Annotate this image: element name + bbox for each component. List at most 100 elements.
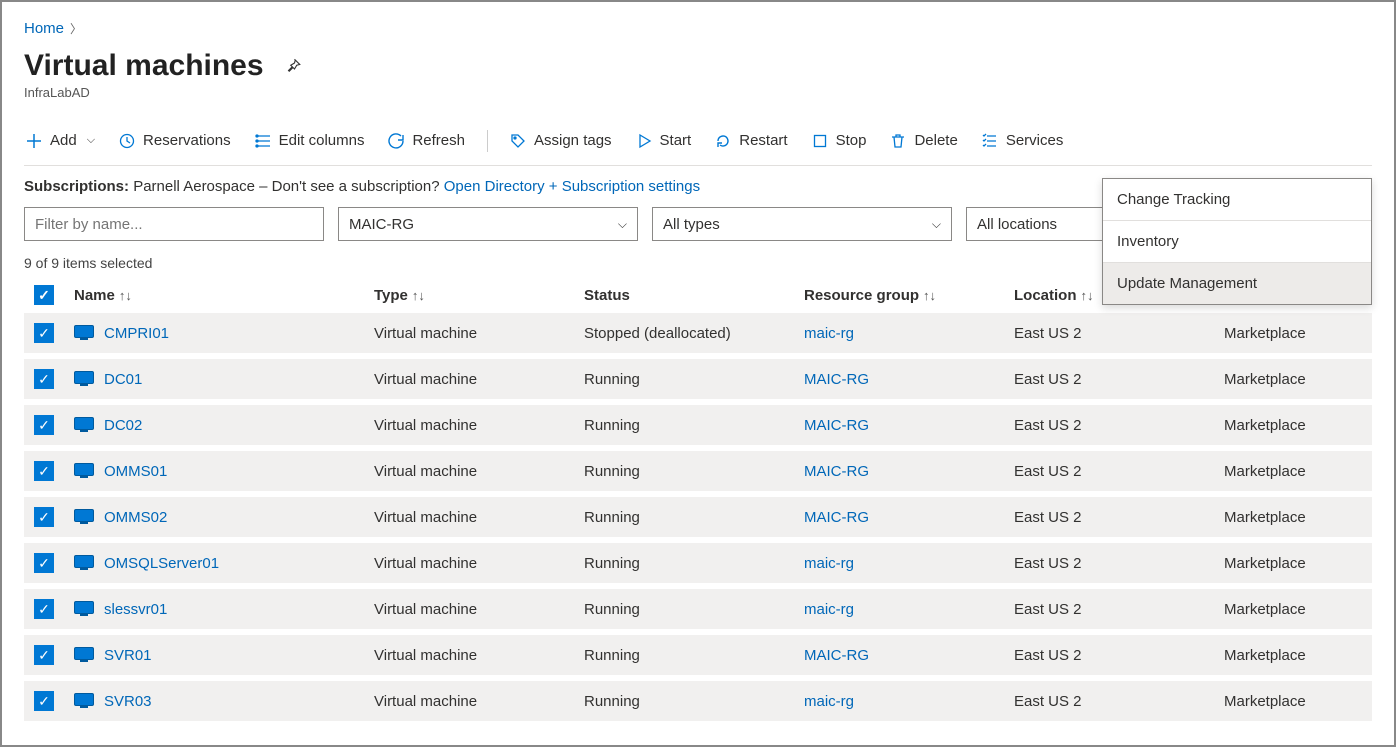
start-button[interactable]: Start <box>634 128 694 153</box>
page-title: Virtual machines <box>24 49 264 83</box>
row-checkbox[interactable]: ✓ <box>34 645 54 665</box>
vm-name-link[interactable]: OMSQLServer01 <box>104 555 219 572</box>
vm-name-link[interactable]: DC01 <box>104 371 142 388</box>
menu-change-tracking[interactable]: Change Tracking <box>1103 179 1371 221</box>
cell-type: Virtual machine <box>364 678 574 724</box>
table-row[interactable]: ✓ CMPRI01 Virtual machine Stopped (deall… <box>24 313 1372 356</box>
subscriptions-link[interactable]: Open Directory + Subscription settings <box>444 178 700 195</box>
col-resource-group[interactable]: Resource group↑↓ <box>794 277 1004 313</box>
start-label: Start <box>660 132 692 149</box>
page-subtitle: InfraLabAD <box>24 85 1372 100</box>
cell-location: East US 2 <box>1004 402 1214 448</box>
vm-name-link[interactable]: SVR03 <box>104 693 152 710</box>
cell-type: Virtual machine <box>364 356 574 402</box>
vm-name-link[interactable]: slessvr01 <box>104 601 167 618</box>
stop-button[interactable]: Stop <box>810 128 869 153</box>
services-button[interactable]: Services <box>980 128 1066 153</box>
vm-name-link[interactable]: DC02 <box>104 417 142 434</box>
cell-location: East US 2 <box>1004 313 1214 356</box>
select-all-checkbox[interactable]: ✓ <box>34 285 54 305</box>
edit-columns-label: Edit columns <box>279 132 365 149</box>
assign-tags-label: Assign tags <box>534 132 612 149</box>
refresh-icon <box>388 133 404 149</box>
clock-icon <box>119 133 135 149</box>
reservations-button[interactable]: Reservations <box>117 128 233 153</box>
add-label: Add <box>50 132 77 149</box>
cell-status: Running <box>574 494 794 540</box>
breadcrumb: Home 〉 <box>24 20 1372 37</box>
cell-type: Virtual machine <box>364 402 574 448</box>
row-checkbox[interactable]: ✓ <box>34 691 54 711</box>
pin-button[interactable] <box>280 53 306 79</box>
vm-name-link[interactable]: CMPRI01 <box>104 325 169 342</box>
sort-icon: ↑↓ <box>119 288 132 303</box>
table-row[interactable]: ✓ slessvr01 Virtual machine Running maic… <box>24 586 1372 632</box>
table-row[interactable]: ✓ SVR03 Virtual machine Running maic-rg … <box>24 678 1372 724</box>
add-button[interactable]: Add ⌵ <box>24 128 97 153</box>
row-checkbox[interactable]: ✓ <box>34 461 54 481</box>
vm-name-link[interactable]: OMMS01 <box>104 463 167 480</box>
play-icon <box>636 133 652 149</box>
services-label: Services <box>1006 132 1064 149</box>
assign-tags-button[interactable]: Assign tags <box>508 128 614 153</box>
restart-icon <box>715 133 731 149</box>
vm-icon <box>74 509 94 525</box>
cell-type: Virtual machine <box>364 586 574 632</box>
cell-status: Running <box>574 632 794 678</box>
table-row[interactable]: ✓ OMMS01 Virtual machine Running MAIC-RG… <box>24 448 1372 494</box>
col-status[interactable]: Status <box>574 277 794 313</box>
delete-button[interactable]: Delete <box>888 128 959 153</box>
row-checkbox[interactable]: ✓ <box>34 415 54 435</box>
row-checkbox[interactable]: ✓ <box>34 599 54 619</box>
vm-icon <box>74 371 94 387</box>
resource-group-link[interactable]: MAIC-RG <box>804 417 869 434</box>
resource-group-link[interactable]: maic-rg <box>804 555 854 572</box>
resource-group-link[interactable]: MAIC-RG <box>804 647 869 664</box>
row-checkbox[interactable]: ✓ <box>34 507 54 527</box>
edit-columns-button[interactable]: Edit columns <box>253 128 367 153</box>
cell-source: Marketplace <box>1214 632 1372 678</box>
filter-resource-group[interactable]: MAIC-RG ⌵ <box>338 207 638 241</box>
cell-location: East US 2 <box>1004 632 1214 678</box>
resource-group-link[interactable]: MAIC-RG <box>804 371 869 388</box>
restart-button[interactable]: Restart <box>713 128 789 153</box>
row-checkbox[interactable]: ✓ <box>34 553 54 573</box>
filter-name-input[interactable] <box>24 207 324 241</box>
cell-status: Running <box>574 356 794 402</box>
resource-group-link[interactable]: MAIC-RG <box>804 509 869 526</box>
menu-inventory[interactable]: Inventory <box>1103 221 1371 263</box>
chevron-down-icon: ⌵ <box>87 134 95 147</box>
cell-status: Stopped (deallocated) <box>574 313 794 356</box>
vm-icon <box>74 693 94 709</box>
cell-type: Virtual machine <box>364 540 574 586</box>
table-row[interactable]: ✓ OMMS02 Virtual machine Running MAIC-RG… <box>24 494 1372 540</box>
chevron-down-icon: ⌵ <box>618 217 627 232</box>
cell-source: Marketplace <box>1214 402 1372 448</box>
resource-group-link[interactable]: maic-rg <box>804 601 854 618</box>
reservations-label: Reservations <box>143 132 231 149</box>
table-row[interactable]: ✓ OMSQLServer01 Virtual machine Running … <box>24 540 1372 586</box>
table-row[interactable]: ✓ DC01 Virtual machine Running MAIC-RG E… <box>24 356 1372 402</box>
col-type[interactable]: Type↑↓ <box>364 277 574 313</box>
resource-group-link[interactable]: MAIC-RG <box>804 463 869 480</box>
cell-source: Marketplace <box>1214 356 1372 402</box>
breadcrumb-home[interactable]: Home <box>24 20 64 37</box>
row-checkbox[interactable]: ✓ <box>34 323 54 343</box>
cell-status: Running <box>574 678 794 724</box>
resource-group-link[interactable]: maic-rg <box>804 325 854 342</box>
resource-group-link[interactable]: maic-rg <box>804 693 854 710</box>
menu-update-management[interactable]: Update Management <box>1103 263 1371 304</box>
restart-label: Restart <box>739 132 787 149</box>
list-icon <box>982 133 998 149</box>
cell-location: East US 2 <box>1004 586 1214 632</box>
refresh-button[interactable]: Refresh <box>386 128 467 153</box>
pin-icon <box>284 57 302 75</box>
services-menu: Change Tracking Inventory Update Managem… <box>1102 178 1372 305</box>
row-checkbox[interactable]: ✓ <box>34 369 54 389</box>
vm-name-link[interactable]: SVR01 <box>104 647 152 664</box>
table-row[interactable]: ✓ SVR01 Virtual machine Running MAIC-RG … <box>24 632 1372 678</box>
filter-type[interactable]: All types ⌵ <box>652 207 952 241</box>
table-row[interactable]: ✓ DC02 Virtual machine Running MAIC-RG E… <box>24 402 1372 448</box>
vm-name-link[interactable]: OMMS02 <box>104 509 167 526</box>
col-name[interactable]: Name↑↓ <box>64 277 364 313</box>
